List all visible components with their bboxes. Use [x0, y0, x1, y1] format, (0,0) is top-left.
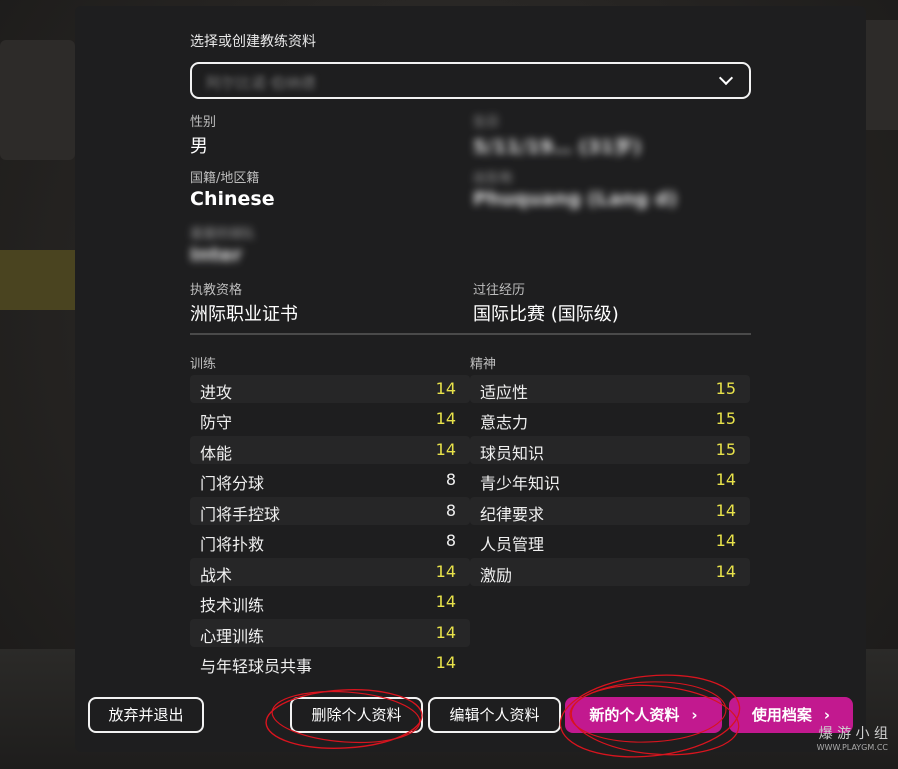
attribute-value: 14 [715, 562, 736, 581]
attribute-value: 8 [445, 470, 456, 489]
edit-profile-button[interactable]: 编辑个人资料 [428, 697, 561, 733]
selected-profile: 阿尔比诺·伯纳德 [206, 74, 316, 92]
birthplace-field: 出生地 Phuquang (Lang d) [473, 167, 677, 210]
attribute-row: 与年轻球员共事 14 [190, 649, 470, 677]
profile-dropdown[interactable]: 阿尔比诺·伯纳德 [190, 62, 751, 99]
mental-title: 精神 [470, 357, 497, 372]
use-profile-label: 使用档案 [751, 706, 812, 724]
experience-value: 国际比赛 (国际级) [473, 304, 619, 325]
watermark-text: 爆 游 小 组 [818, 726, 888, 742]
attribute-row: 进攻 14 [190, 375, 470, 403]
nationality-value: Chinese [190, 188, 275, 210]
gender-label: 性别 [190, 115, 217, 130]
attribute-value: 8 [445, 501, 456, 520]
license-field: 执教资格 洲际职业证书 [190, 279, 298, 326]
attribute-row: 球员知识 15 [470, 436, 750, 464]
attribute-row: 激励 14 [470, 558, 750, 586]
background-shirt [0, 40, 75, 160]
attribute-value: 15 [715, 440, 736, 459]
training-title: 训练 [190, 357, 217, 372]
attribute-row: 门将分球 8 [190, 466, 470, 494]
experience-label: 过往经历 [473, 283, 526, 298]
attribute-name: 激励 [480, 566, 513, 585]
team-value: Inter [190, 244, 242, 266]
attribute-name: 门将分球 [200, 474, 265, 493]
section-divider [190, 333, 751, 335]
attribute-value: 14 [435, 379, 456, 398]
attribute-name: 适应性 [480, 383, 529, 402]
birthplace-label: 出生地 [473, 171, 513, 186]
attribute-row: 青少年知识 14 [470, 466, 750, 494]
attribute-row: 人员管理 14 [470, 527, 750, 555]
attribute-row: 战术 14 [190, 558, 470, 586]
attribute-row: 防守 14 [190, 405, 470, 433]
attribute-row: 门将扑救 8 [190, 527, 470, 555]
new-profile-button[interactable]: 新的个人资料 › [565, 697, 722, 733]
attribute-name: 球员知识 [480, 444, 545, 463]
attribute-value: 8 [445, 531, 456, 550]
birth-field: 生日 5/11/19… (31岁) [473, 111, 641, 159]
attribute-name: 进攻 [200, 383, 233, 402]
attribute-name: 技术训练 [200, 596, 265, 615]
attribute-row: 心理训练 14 [190, 619, 470, 647]
license-value: 洲际职业证书 [190, 304, 298, 325]
nationality-field: 国籍/地区籍 Chinese [190, 167, 275, 210]
attribute-value: 14 [715, 501, 736, 520]
attribute-value: 14 [435, 592, 456, 611]
background-shelf [0, 250, 75, 310]
gender-field: 性别 男 [190, 111, 216, 158]
new-profile-label: 新的个人资料 [589, 706, 680, 724]
license-label: 执教资格 [190, 283, 243, 298]
attribute-name: 青少年知识 [480, 474, 561, 493]
attribute-row: 门将手控球 8 [190, 497, 470, 525]
chevron-right-icon: › [691, 706, 698, 724]
chevron-down-icon [718, 70, 734, 86]
quit-button[interactable]: 放弃并退出 [88, 697, 204, 733]
delete-profile-button[interactable]: 删除个人资料 [290, 697, 423, 733]
watermark-url: WWW.PLAYGM.CC [816, 743, 888, 752]
attribute-name: 意志力 [480, 413, 529, 432]
experience-field: 过往经历 国际比赛 (国际级) [473, 279, 619, 326]
profile-panel: 选择或创建教练资料 阿尔比诺·伯纳德 性别 男 生日 5/11/19… (31岁… [75, 6, 866, 752]
attribute-value: 15 [715, 379, 736, 398]
attribute-row: 意志力 15 [470, 405, 750, 433]
birth-value: 5/11/19… (31岁) [473, 136, 642, 158]
attribute-name: 防守 [200, 413, 233, 432]
attribute-value: 14 [435, 653, 456, 672]
attribute-name: 人员管理 [480, 535, 545, 554]
attribute-name: 与年轻球员共事 [200, 657, 313, 676]
gender-value: 男 [190, 136, 208, 157]
select-title: 选择或创建教练资料 [190, 34, 316, 50]
attribute-row: 技术训练 14 [190, 588, 470, 616]
attribute-name: 门将手控球 [200, 505, 281, 524]
attribute-row: 纪律要求 14 [470, 497, 750, 525]
attribute-value: 14 [435, 440, 456, 459]
watermark: 爆 游 小 组 WWW.PLAYGM.CC [817, 727, 888, 755]
attribute-name: 门将扑救 [200, 535, 265, 554]
attribute-value: 14 [715, 531, 736, 550]
team-field: 喜爱的球队 Inter [190, 223, 255, 266]
attribute-value: 14 [435, 409, 456, 428]
attribute-value: 15 [715, 409, 736, 428]
attribute-name: 体能 [200, 444, 233, 463]
birthplace-value: Phuquang (Lang d) [473, 188, 678, 210]
attribute-name: 战术 [200, 566, 233, 585]
attribute-value: 14 [435, 562, 456, 581]
attribute-value: 14 [435, 623, 456, 642]
attribute-name: 心理训练 [200, 627, 265, 646]
attribute-row: 适应性 15 [470, 375, 750, 403]
birth-label: 生日 [473, 115, 500, 130]
background-shirt [863, 20, 898, 130]
attribute-name: 纪律要求 [480, 505, 545, 524]
attribute-row: 体能 14 [190, 436, 470, 464]
attribute-value: 14 [715, 470, 736, 489]
nationality-label: 国籍/地区籍 [190, 171, 260, 186]
team-label: 喜爱的球队 [190, 227, 256, 242]
